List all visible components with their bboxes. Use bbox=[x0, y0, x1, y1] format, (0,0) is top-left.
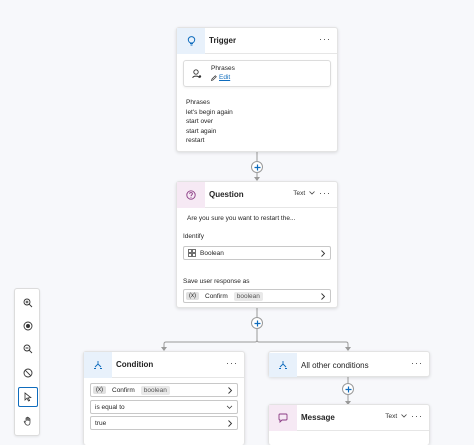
pencil-icon bbox=[211, 74, 217, 81]
other-conditions-icon-box bbox=[269, 353, 297, 377]
message-type-label: Text bbox=[385, 413, 398, 420]
recenter-icon bbox=[23, 321, 33, 331]
identify-select[interactable]: Boolean bbox=[183, 246, 331, 260]
authoring-canvas[interactable]: Trigger ··· Phrases Edit Phrases let's b… bbox=[0, 0, 474, 445]
pan-button[interactable] bbox=[18, 411, 38, 431]
add-node-button[interactable] bbox=[342, 383, 354, 395]
plus-icon bbox=[345, 386, 351, 392]
variable-tag: (x) bbox=[93, 386, 106, 394]
variable-name: Confirm bbox=[112, 386, 135, 394]
save-response-label: Save user response as bbox=[183, 278, 250, 285]
plus-icon bbox=[254, 164, 260, 170]
chevron-down-icon bbox=[309, 191, 315, 195]
message-type-dropdown[interactable]: Text bbox=[385, 413, 407, 420]
variable-type: boolean bbox=[233, 291, 263, 301]
condition-title: Condition bbox=[116, 360, 154, 369]
phrases-list-title: Phrases bbox=[186, 99, 210, 106]
question-prompt[interactable]: Are you sure you want to restart the... bbox=[187, 214, 295, 224]
chat-bubble-icon bbox=[278, 413, 288, 423]
chevron-down-icon bbox=[226, 405, 233, 409]
message-header: Message Text ··· bbox=[269, 404, 429, 431]
question-title: Question bbox=[209, 190, 244, 199]
identify-value: Boolean bbox=[200, 249, 224, 257]
condition-value-input[interactable]: true bbox=[90, 416, 238, 430]
more-options-icon[interactable]: ··· bbox=[319, 35, 331, 44]
more-options-icon[interactable]: ··· bbox=[411, 359, 423, 368]
condition-icon-box bbox=[84, 351, 112, 378]
zoom-out-icon bbox=[23, 344, 33, 354]
message-title: Message bbox=[301, 413, 335, 422]
variable-name: Confirm bbox=[205, 292, 228, 300]
question-icon bbox=[186, 189, 196, 200]
message-icon-box bbox=[269, 404, 297, 431]
pan-hand-icon bbox=[23, 416, 31, 426]
edit-link-label[interactable]: Edit bbox=[219, 73, 230, 83]
condition-node[interactable]: Condition ··· (x) Confirm boolean is equ… bbox=[83, 351, 245, 445]
trigger-icon-box bbox=[177, 27, 205, 54]
minimap-icon bbox=[23, 368, 33, 378]
more-options-icon[interactable]: ··· bbox=[411, 412, 423, 421]
grid-entity-icon bbox=[188, 249, 196, 257]
question-type-dropdown[interactable]: Text bbox=[293, 190, 315, 197]
phrase-item: start over bbox=[186, 118, 214, 125]
phrase-item: let's begin again bbox=[186, 108, 233, 116]
chevron-right-icon bbox=[228, 387, 233, 394]
zoom-out-button[interactable] bbox=[18, 339, 38, 359]
select-icon bbox=[24, 392, 32, 402]
more-options-icon[interactable]: ··· bbox=[319, 189, 331, 198]
phrases-person-icon bbox=[192, 69, 202, 79]
phrase-item: start again bbox=[186, 127, 217, 135]
save-response-select[interactable]: (x) Confirm boolean bbox=[183, 289, 331, 303]
question-header: Question Text ··· bbox=[177, 181, 337, 208]
other-conditions-title: All other conditions bbox=[301, 360, 369, 370]
zoom-in-button[interactable] bbox=[18, 293, 38, 313]
other-conditions-header: All other conditions ··· bbox=[269, 352, 429, 378]
operator-value: is equal to bbox=[95, 403, 125, 411]
variable-tag: (x) bbox=[186, 292, 199, 300]
phrases-box[interactable]: Phrases Edit bbox=[183, 60, 331, 87]
trigger-header: Trigger ··· bbox=[177, 27, 337, 54]
recenter-button[interactable] bbox=[18, 316, 38, 336]
condition-value: true bbox=[95, 419, 107, 427]
question-node[interactable]: Question Text ··· Are you sure you want … bbox=[176, 181, 338, 308]
variable-type: boolean bbox=[140, 385, 170, 395]
trigger-title: Trigger bbox=[209, 36, 237, 45]
other-conditions-node[interactable]: All other conditions ··· bbox=[268, 351, 430, 377]
select-button[interactable] bbox=[18, 387, 38, 407]
canvas-toolbar bbox=[14, 288, 40, 436]
identify-label: Identify bbox=[183, 233, 204, 240]
zoom-in-icon bbox=[23, 298, 33, 308]
branch-icon bbox=[94, 360, 102, 369]
chevron-right-icon bbox=[321, 293, 326, 300]
question-icon-box bbox=[177, 181, 205, 208]
add-node-button[interactable] bbox=[251, 161, 263, 173]
condition-operator-select[interactable]: is equal to bbox=[90, 400, 238, 414]
condition-variable-select[interactable]: (x) Confirm boolean bbox=[90, 383, 238, 397]
condition-header: Condition ··· bbox=[84, 351, 244, 378]
chevron-right-icon bbox=[228, 420, 233, 427]
minimap-button[interactable] bbox=[18, 363, 38, 383]
chevron-down-icon bbox=[401, 414, 407, 418]
edit-link[interactable]: Edit bbox=[211, 73, 230, 83]
phrase-item: restart bbox=[186, 137, 205, 144]
message-node[interactable]: Message Text ··· bbox=[268, 404, 430, 445]
chevron-right-icon bbox=[321, 250, 326, 257]
trigger-node[interactable]: Trigger ··· Phrases Edit Phrases let's b… bbox=[176, 27, 338, 152]
add-node-button[interactable] bbox=[251, 317, 263, 329]
branch-icon bbox=[279, 361, 287, 369]
more-options-icon[interactable]: ··· bbox=[226, 359, 238, 368]
lightbulb-icon bbox=[187, 35, 195, 45]
question-type-label: Text bbox=[293, 190, 306, 197]
plus-icon bbox=[254, 320, 260, 326]
